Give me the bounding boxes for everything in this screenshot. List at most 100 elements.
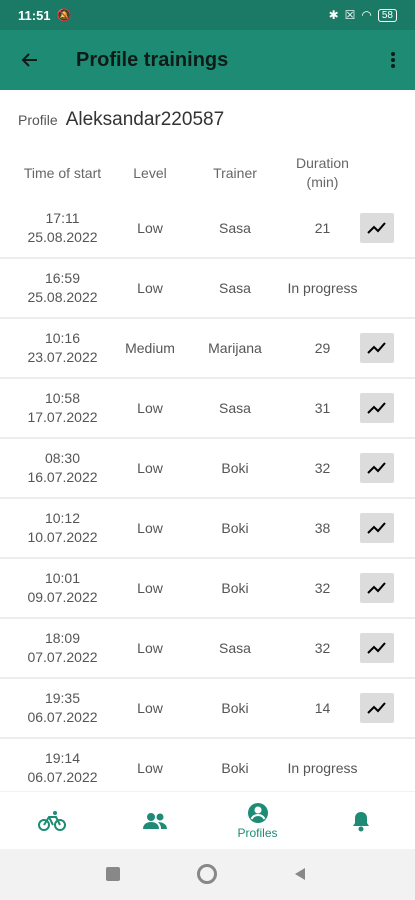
table-row[interactable]: 10:58 17.07.2022 Low Sasa 31 xyxy=(0,379,415,439)
chart-button[interactable] xyxy=(360,573,394,603)
recents-button[interactable] xyxy=(106,867,120,881)
row-trainer: Sasa xyxy=(219,399,251,416)
col-duration-header: Duration (min) xyxy=(296,155,349,190)
trending-up-icon xyxy=(367,222,386,234)
trainings-list[interactable]: 17:11 25.08.2022 Low Sasa 21 16:59 25.08.2022 L… xyxy=(0,199,415,791)
row-duration: 38 xyxy=(314,519,331,536)
row-time-cell: 08:30 16.07.2022 xyxy=(10,439,115,497)
row-date: 16.07.2022 xyxy=(27,469,98,485)
table-row[interactable]: 10:12 10.07.2022 Low Boki 38 xyxy=(0,499,415,559)
row-time: 10:12 xyxy=(44,510,81,526)
more-options-button[interactable] xyxy=(371,51,415,69)
row-time: 17:11 xyxy=(45,210,80,226)
row-duration: 32 xyxy=(314,459,331,476)
table-row[interactable]: 08:30 16.07.2022 Low Boki 32 xyxy=(0,439,415,499)
row-chart-cell xyxy=(358,199,396,257)
row-chart-cell xyxy=(358,619,396,677)
chart-button[interactable] xyxy=(360,453,394,483)
nav-cycling[interactable] xyxy=(0,792,103,850)
table-row[interactable]: 16:59 25.08.2022 Low Sasa In progress xyxy=(0,259,415,319)
profile-header: Profile Aleksandar220587 xyxy=(0,100,224,140)
table-row[interactable]: 17:11 25.08.2022 Low Sasa 21 xyxy=(0,199,415,259)
row-trainer: Marijana xyxy=(208,339,262,356)
system-nav-bar xyxy=(0,849,415,900)
row-chart-cell xyxy=(358,319,396,377)
row-time-cell: 10:01 09.07.2022 xyxy=(10,559,115,617)
account-circle-icon xyxy=(247,803,268,823)
row-time: 19:14 xyxy=(44,750,81,766)
row-date: 17.07.2022 xyxy=(27,409,98,425)
row-duration: 21 xyxy=(314,219,331,236)
bell-icon xyxy=(352,812,369,832)
bluetooth-icon: ✱ xyxy=(328,8,339,22)
col-trainer-header: Trainer xyxy=(213,164,257,181)
row-level: Low xyxy=(137,639,163,656)
row-time: 10:16 xyxy=(44,330,81,346)
row-duration: 29 xyxy=(314,339,331,356)
back-button[interactable] xyxy=(0,50,60,70)
back-nav-button[interactable] xyxy=(293,867,307,886)
status-time: 11:51 xyxy=(18,7,51,23)
row-chart-cell xyxy=(358,559,396,617)
nav-profiles[interactable]: Profiles xyxy=(206,792,309,850)
row-date: 23.07.2022 xyxy=(27,349,98,365)
row-time-cell: 17:11 25.08.2022 xyxy=(10,199,115,257)
row-chart-cell xyxy=(358,379,396,437)
col-time-header: Time of start xyxy=(23,164,102,181)
row-trainer: Sasa xyxy=(219,639,251,656)
table-row[interactable]: 19:14 06.07.2022 Low Boki In progress xyxy=(0,739,415,791)
row-time: 16:59 xyxy=(44,270,81,286)
row-trainer: Boki xyxy=(221,699,249,716)
chart-button[interactable] xyxy=(360,393,394,423)
row-trainer: Boki xyxy=(221,459,249,476)
row-chart-cell xyxy=(358,499,396,557)
chart-button[interactable] xyxy=(360,513,394,543)
table-header: Time of start Level Trainer Duration (mi… xyxy=(0,150,415,196)
people-icon xyxy=(142,813,167,829)
row-date: 07.07.2022 xyxy=(27,649,98,665)
square-icon xyxy=(106,867,120,881)
row-duration: In progress xyxy=(287,279,358,296)
row-trainer: Boki xyxy=(221,579,249,596)
chart-button[interactable] xyxy=(360,693,394,723)
home-button[interactable] xyxy=(197,864,217,884)
row-trainer: Sasa xyxy=(219,219,251,236)
row-date: 25.08.2022 xyxy=(27,289,98,305)
row-level: Low xyxy=(137,459,163,476)
table-row[interactable]: 10:16 23.07.2022 Medium Marijana 29 xyxy=(0,319,415,379)
back-arrow-icon xyxy=(21,53,37,67)
row-time-cell: 18:09 07.07.2022 xyxy=(10,619,115,677)
row-time: 08:30 xyxy=(44,450,81,466)
trending-up-icon xyxy=(367,342,386,354)
row-trainer: Boki xyxy=(221,759,249,776)
nav-notifications[interactable] xyxy=(309,792,412,850)
table-row[interactable]: 10:01 09.07.2022 Low Boki 32 xyxy=(0,559,415,619)
row-duration: 14 xyxy=(314,699,331,716)
row-level: Low xyxy=(137,579,163,596)
row-level: Low xyxy=(137,759,163,776)
mute-icon: 🔕 xyxy=(56,8,72,22)
chart-button[interactable] xyxy=(360,633,394,663)
row-time-cell: 19:35 06.07.2022 xyxy=(10,679,115,737)
table-row[interactable]: 18:09 07.07.2022 Low Sasa 32 xyxy=(0,619,415,679)
battery-icon: 58 xyxy=(377,8,397,22)
col-level-header: Level xyxy=(133,164,167,181)
chart-button[interactable] xyxy=(360,213,394,243)
row-chart-cell xyxy=(358,679,396,737)
row-time-cell: 10:16 23.07.2022 xyxy=(10,319,115,377)
row-time: 18:09 xyxy=(44,630,81,646)
status-bar: 11:51 🔕 ✱ ☒ ◠ 58 xyxy=(0,0,415,30)
table-row[interactable]: 19:35 06.07.2022 Low Boki 14 xyxy=(0,679,415,739)
chart-button[interactable] xyxy=(360,333,394,363)
row-chart-cell xyxy=(358,439,396,497)
row-date: 09.07.2022 xyxy=(27,589,98,605)
row-time-cell: 10:12 10.07.2022 xyxy=(10,499,115,557)
row-time-cell: 16:59 25.08.2022 xyxy=(10,259,115,317)
row-level: Low xyxy=(137,519,163,536)
trending-up-icon xyxy=(367,642,386,654)
app-bar: Profile trainings xyxy=(0,30,415,90)
profile-label: Profile xyxy=(18,112,58,128)
nav-groups[interactable] xyxy=(103,792,206,850)
triangle-back-icon xyxy=(295,868,305,880)
row-trainer: Boki xyxy=(221,519,249,536)
